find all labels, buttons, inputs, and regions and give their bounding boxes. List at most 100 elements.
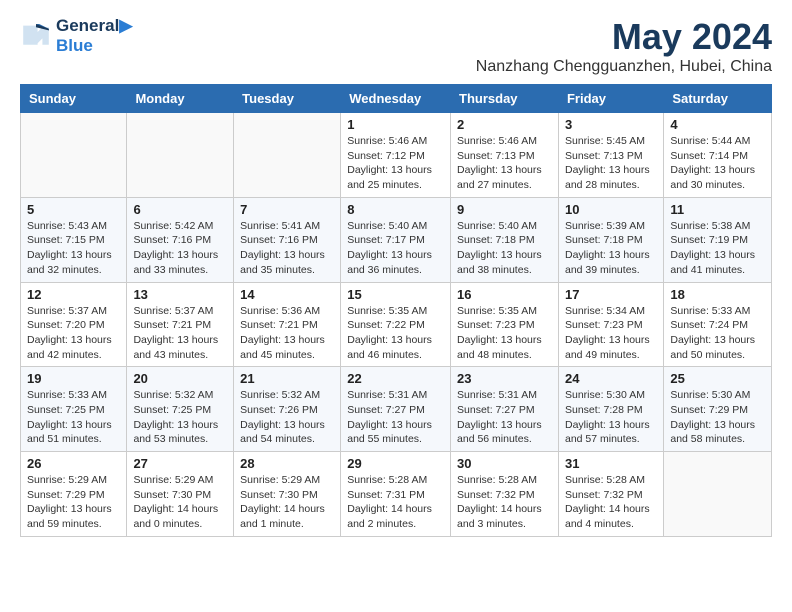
calendar-day-14: 14 Sunrise: 5:36 AM Sunset: 7:21 PM Dayli… xyxy=(234,282,341,367)
day-info: Sunrise: 5:40 AM Sunset: 7:17 PM Dayligh… xyxy=(347,219,444,278)
day-info: Sunrise: 5:38 AM Sunset: 7:19 PM Dayligh… xyxy=(670,219,765,278)
calendar-day-31: 31Sunrise: 5:28 AM Sunset: 7:32 PM Dayli… xyxy=(558,452,663,537)
day-number: 27 xyxy=(133,456,227,471)
calendar-week-row: 5 Sunrise: 5:43 AM Sunset: 7:15 PM Daylig… xyxy=(21,197,772,282)
day-number: 8 xyxy=(347,202,444,217)
day-number: 12 xyxy=(27,287,120,302)
day-number: 1 xyxy=(347,117,444,132)
calendar-day-22: 22 Sunrise: 5:31 AM Sunset: 7:27 PM Dayli… xyxy=(341,367,451,452)
calendar-day-19: 19Sunrise: 5:33 AM Sunset: 7:25 PM Dayli… xyxy=(21,367,127,452)
calendar-empty-cell xyxy=(234,113,341,198)
calendar-day-2: 2 Sunrise: 5:46 AM Sunset: 7:13 PM Daylig… xyxy=(451,113,559,198)
calendar-day-10: 10 Sunrise: 5:39 AM Sunset: 7:18 PM Dayli… xyxy=(558,197,663,282)
day-number: 21 xyxy=(240,371,334,386)
day-number: 23 xyxy=(457,371,552,386)
day-number: 2 xyxy=(457,117,552,132)
calendar-header-friday: Friday xyxy=(558,85,663,113)
day-info: Sunrise: 5:30 AM Sunset: 7:29 PM Dayligh… xyxy=(670,388,765,447)
calendar-empty-cell xyxy=(664,452,772,537)
calendar-day-21: 21 Sunrise: 5:32 AM Sunset: 7:26 PM Dayli… xyxy=(234,367,341,452)
day-info: Sunrise: 5:46 AM Sunset: 7:13 PM Dayligh… xyxy=(457,134,552,193)
day-number: 4 xyxy=(670,117,765,132)
calendar-day-30: 30Sunrise: 5:28 AM Sunset: 7:32 PM Dayli… xyxy=(451,452,559,537)
day-info: Sunrise: 5:41 AM Sunset: 7:16 PM Dayligh… xyxy=(240,219,334,278)
calendar-header-thursday: Thursday xyxy=(451,85,559,113)
day-number: 29 xyxy=(347,456,444,471)
day-info: Sunrise: 5:43 AM Sunset: 7:15 PM Dayligh… xyxy=(27,219,120,278)
calendar-day-8: 8 Sunrise: 5:40 AM Sunset: 7:17 PM Daylig… xyxy=(341,197,451,282)
calendar-day-29: 29Sunrise: 5:28 AM Sunset: 7:31 PM Dayli… xyxy=(341,452,451,537)
day-number: 20 xyxy=(133,371,227,386)
day-info: Sunrise: 5:32 AM Sunset: 7:26 PM Dayligh… xyxy=(240,388,334,447)
day-number: 26 xyxy=(27,456,120,471)
location-subtitle: Nanzhang Chengguanzhen, Hubei, China xyxy=(476,58,772,76)
calendar-day-24: 24 Sunrise: 5:30 AM Sunset: 7:28 PM Dayli… xyxy=(558,367,663,452)
day-number: 6 xyxy=(133,202,227,217)
calendar-day-16: 16 Sunrise: 5:35 AM Sunset: 7:23 PM Dayli… xyxy=(451,282,559,367)
calendar-day-25: 25 Sunrise: 5:30 AM Sunset: 7:29 PM Dayli… xyxy=(664,367,772,452)
calendar-day-12: 12Sunrise: 5:37 AM Sunset: 7:20 PM Dayli… xyxy=(21,282,127,367)
calendar-day-28: 28 Sunrise: 5:29 AM Sunset: 7:30 PM Dayli… xyxy=(234,452,341,537)
calendar-header-monday: Monday xyxy=(127,85,234,113)
day-info: Sunrise: 5:32 AM Sunset: 7:25 PM Dayligh… xyxy=(133,388,227,447)
calendar-day-3: 3 Sunrise: 5:45 AM Sunset: 7:13 PM Daylig… xyxy=(558,113,663,198)
day-info: Sunrise: 5:44 AM Sunset: 7:14 PM Dayligh… xyxy=(670,134,765,193)
calendar-day-4: 4 Sunrise: 5:44 AM Sunset: 7:14 PM Daylig… xyxy=(664,113,772,198)
calendar-day-7: 7 Sunrise: 5:41 AM Sunset: 7:16 PM Daylig… xyxy=(234,197,341,282)
calendar-day-27: 27 Sunrise: 5:29 AM Sunset: 7:30 PM Dayli… xyxy=(127,452,234,537)
calendar-week-row: 12Sunrise: 5:37 AM Sunset: 7:20 PM Dayli… xyxy=(21,282,772,367)
calendar-empty-cell xyxy=(127,113,234,198)
day-number: 19 xyxy=(27,371,120,386)
calendar-day-9: 9 Sunrise: 5:40 AM Sunset: 7:18 PM Daylig… xyxy=(451,197,559,282)
day-info: Sunrise: 5:39 AM Sunset: 7:18 PM Dayligh… xyxy=(565,219,657,278)
day-number: 17 xyxy=(565,287,657,302)
day-number: 28 xyxy=(240,456,334,471)
day-info: Sunrise: 5:45 AM Sunset: 7:13 PM Dayligh… xyxy=(565,134,657,193)
day-info: Sunrise: 5:42 AM Sunset: 7:16 PM Dayligh… xyxy=(133,219,227,278)
day-info: Sunrise: 5:36 AM Sunset: 7:21 PM Dayligh… xyxy=(240,304,334,363)
calendar-day-1: 1 Sunrise: 5:46 AM Sunset: 7:12 PM Daylig… xyxy=(341,113,451,198)
day-number: 15 xyxy=(347,287,444,302)
logo-icon xyxy=(20,22,52,50)
logo: General▶ Blue xyxy=(20,16,132,55)
day-info: Sunrise: 5:30 AM Sunset: 7:28 PM Dayligh… xyxy=(565,388,657,447)
day-number: 30 xyxy=(457,456,552,471)
calendar-empty-cell xyxy=(21,113,127,198)
day-number: 13 xyxy=(133,287,227,302)
calendar-week-row: 19Sunrise: 5:33 AM Sunset: 7:25 PM Dayli… xyxy=(21,367,772,452)
day-info: Sunrise: 5:28 AM Sunset: 7:32 PM Dayligh… xyxy=(565,473,657,532)
day-number: 5 xyxy=(27,202,120,217)
day-info: Sunrise: 5:37 AM Sunset: 7:21 PM Dayligh… xyxy=(133,304,227,363)
day-info: Sunrise: 5:29 AM Sunset: 7:29 PM Dayligh… xyxy=(27,473,120,532)
calendar-day-20: 20 Sunrise: 5:32 AM Sunset: 7:25 PM Dayli… xyxy=(127,367,234,452)
calendar-table: SundayMondayTuesdayWednesdayThursdayFrid… xyxy=(20,84,772,537)
month-title: May 2024 xyxy=(476,16,772,58)
day-number: 10 xyxy=(565,202,657,217)
day-number: 14 xyxy=(240,287,334,302)
day-number: 25 xyxy=(670,371,765,386)
day-number: 7 xyxy=(240,202,334,217)
calendar-day-17: 17 Sunrise: 5:34 AM Sunset: 7:23 PM Dayli… xyxy=(558,282,663,367)
day-info: Sunrise: 5:31 AM Sunset: 7:27 PM Dayligh… xyxy=(347,388,444,447)
day-info: Sunrise: 5:29 AM Sunset: 7:30 PM Dayligh… xyxy=(240,473,334,532)
logo-text: General▶ Blue xyxy=(56,16,132,55)
calendar-header-sunday: Sunday xyxy=(21,85,127,113)
day-number: 24 xyxy=(565,371,657,386)
day-number: 9 xyxy=(457,202,552,217)
calendar-week-row: 1 Sunrise: 5:46 AM Sunset: 7:12 PM Daylig… xyxy=(21,113,772,198)
day-number: 3 xyxy=(565,117,657,132)
day-number: 16 xyxy=(457,287,552,302)
day-info: Sunrise: 5:46 AM Sunset: 7:12 PM Dayligh… xyxy=(347,134,444,193)
calendar-day-26: 26 Sunrise: 5:29 AM Sunset: 7:29 PM Dayli… xyxy=(21,452,127,537)
page-header: General▶ Blue May 2024 Nanzhang Chenggua… xyxy=(20,16,772,76)
calendar-header-wednesday: Wednesday xyxy=(341,85,451,113)
calendar-day-15: 15Sunrise: 5:35 AM Sunset: 7:22 PM Dayli… xyxy=(341,282,451,367)
day-info: Sunrise: 5:35 AM Sunset: 7:23 PM Dayligh… xyxy=(457,304,552,363)
day-info: Sunrise: 5:33 AM Sunset: 7:24 PM Dayligh… xyxy=(670,304,765,363)
day-info: Sunrise: 5:40 AM Sunset: 7:18 PM Dayligh… xyxy=(457,219,552,278)
day-info: Sunrise: 5:29 AM Sunset: 7:30 PM Dayligh… xyxy=(133,473,227,532)
day-number: 11 xyxy=(670,202,765,217)
calendar-day-13: 13 Sunrise: 5:37 AM Sunset: 7:21 PM Dayli… xyxy=(127,282,234,367)
day-number: 22 xyxy=(347,371,444,386)
day-info: Sunrise: 5:34 AM Sunset: 7:23 PM Dayligh… xyxy=(565,304,657,363)
